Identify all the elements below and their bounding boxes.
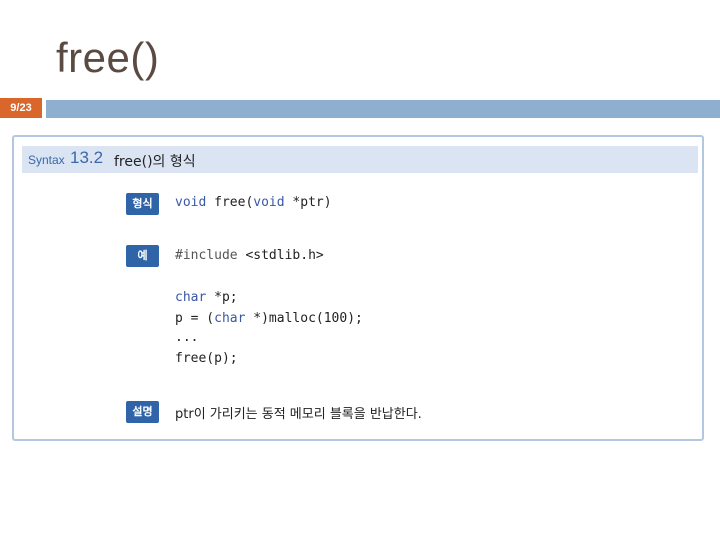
syntax-header: Syntax 13.2 free()의 형식 xyxy=(22,146,698,173)
description-tag: 설명 xyxy=(126,401,159,423)
code-text: *p; xyxy=(206,290,238,305)
syntax-label: Syntax xyxy=(28,153,65,167)
code-text: *ptr) xyxy=(284,195,332,210)
code-keyword: void xyxy=(175,195,207,210)
code-keyword: char xyxy=(214,311,246,326)
example-include: #include <stdlib.h> xyxy=(175,248,324,263)
code-text: p = ( xyxy=(175,311,215,326)
example-line-2: p = (char *)malloc(100); xyxy=(175,311,363,326)
code-text: free( xyxy=(206,195,254,210)
description-text: ptr이 가리키는 동적 메모리 블록을 반납한다. xyxy=(175,407,422,422)
form-code: void free(void *ptr) xyxy=(175,195,332,210)
title-underline-bar xyxy=(46,100,720,118)
code-text: *)malloc(100); xyxy=(245,311,363,326)
code-directive: #include xyxy=(175,248,238,263)
form-tag: 형식 xyxy=(126,193,159,215)
code-keyword: void xyxy=(253,195,285,210)
syntax-box: Syntax 13.2 free()의 형식 xyxy=(12,135,704,441)
code-keyword: char xyxy=(175,290,207,305)
page-indicator: 9/23 xyxy=(0,98,42,118)
code-text: <stdlib.h> xyxy=(237,248,324,263)
example-tag: 예 xyxy=(126,245,159,267)
syntax-number: 13.2 xyxy=(70,148,104,167)
example-line-3: ... xyxy=(175,330,199,345)
example-line-4: free(p); xyxy=(175,351,238,366)
example-line-1: char *p; xyxy=(175,290,238,305)
slide-title: free() xyxy=(56,34,160,81)
syntax-heading: free()의 형식 xyxy=(114,154,196,170)
